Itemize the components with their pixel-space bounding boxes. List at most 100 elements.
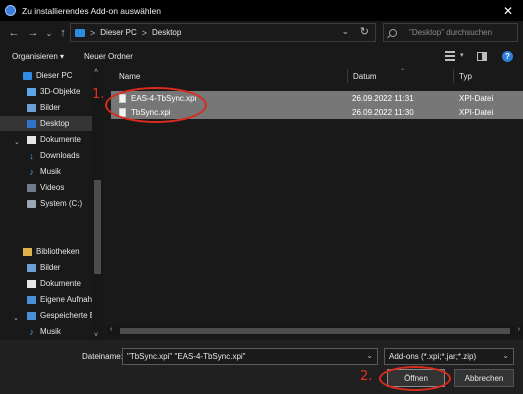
video-icon <box>27 183 36 192</box>
sidebar-item-lib-dokumente[interactable]: Dokumente <box>27 276 81 291</box>
pictures-icon <box>27 103 36 112</box>
address-bar[interactable]: > Dieser PC > Desktop ⌄ ↻ <box>70 23 376 42</box>
scroll-left-icon[interactable]: ‹ <box>110 326 112 333</box>
document-icon <box>27 135 36 144</box>
chevron-down-icon[interactable]: ⌄ <box>14 138 20 146</box>
annotation-step-2: 2. <box>360 369 373 384</box>
column-header-type[interactable]: Typ <box>459 72 472 81</box>
command-toolbar: Organisieren ▾ Neuer Ordner ▾ ? <box>0 47 523 67</box>
sidebar-item-label: Bilder <box>40 263 61 272</box>
horizontal-scrollbar[interactable]: ‹ › <box>107 325 523 337</box>
close-button[interactable]: ✕ <box>493 0 523 21</box>
annotation-ellipse-files <box>105 87 207 123</box>
folder-icon <box>27 311 36 320</box>
sidebar-item-gespeicherte-bilder[interactable]: Gespeicherte Bi <box>27 308 97 323</box>
chevron-down-icon[interactable]: ▾ <box>460 51 464 59</box>
up-button[interactable]: ↑ <box>56 25 70 41</box>
column-divider[interactable] <box>347 69 348 83</box>
file-date: 26.09.2022 11:31 <box>352 94 414 103</box>
annotation-step-1: 1. <box>92 87 105 102</box>
recent-locations-button[interactable]: ⌄ <box>42 25 56 41</box>
breadcrumb-separator: > <box>141 27 147 38</box>
search-placeholder: "Desktop" durchsuchen <box>409 28 493 37</box>
sidebar-item-label: Musik <box>40 327 61 336</box>
refresh-button[interactable]: ↻ <box>360 25 369 38</box>
folder-icon <box>27 295 36 304</box>
chevron-down-icon[interactable]: ⌄ <box>502 351 509 360</box>
sidebar-item-eigene-aufnahmen[interactable]: Eigene Aufnahm <box>27 292 99 307</box>
sidebar-scrollbar[interactable]: ˄ ˅ <box>92 67 103 340</box>
sidebar-item-label: Dokumente <box>40 135 81 144</box>
sidebar-item-label: Videos <box>40 183 65 192</box>
search-input[interactable]: "Desktop" durchsuchen <box>383 23 518 42</box>
title-bar: Zu installierendes Add-on auswählen ✕ <box>0 0 523 21</box>
sidebar-item-downloads[interactable]: ↓ Downloads <box>27 148 79 163</box>
dialog-footer: Dateiname: "TbSync.xpi" "EAS-4-TbSync.xp… <box>0 340 523 394</box>
sidebar-item-bilder[interactable]: Bilder <box>27 100 60 115</box>
scroll-down-icon[interactable]: ˅ <box>94 332 98 339</box>
navigation-pane: ⌄ Dieser PC 3D-Objekte Bilder Desktop Do… <box>0 67 103 340</box>
scroll-up-icon[interactable]: ˄ <box>94 68 98 75</box>
view-options-icon[interactable] <box>445 51 455 61</box>
file-type-select[interactable]: Add-ons (*.xpi;*.jar;*.zip) ⌄ <box>384 348 514 365</box>
search-icon <box>389 28 397 37</box>
new-folder-button[interactable]: Neuer Ordner <box>84 52 133 61</box>
scrollbar-thumb[interactable] <box>94 180 101 274</box>
sidebar-item-videos[interactable]: Videos <box>27 180 64 195</box>
sidebar-item-dokumente[interactable]: Dokumente <box>27 132 81 147</box>
sidebar-item-dieser-pc[interactable]: Dieser PC <box>23 68 72 83</box>
forward-button[interactable]: → <box>26 25 40 41</box>
file-type-value: Add-ons (*.xpi;*.jar;*.zip) <box>389 352 477 361</box>
cube-icon <box>27 87 36 96</box>
scrollbar-thumb[interactable] <box>120 328 510 334</box>
scroll-right-icon[interactable]: › <box>518 326 520 333</box>
pictures-icon <box>27 263 36 272</box>
music-icon: ♪ <box>29 326 34 337</box>
sidebar-item-lib-musik[interactable]: ♪ Musik <box>27 324 61 339</box>
sidebar-item-label: Bibliotheken <box>36 247 80 256</box>
sidebar-item-label: Gespeicherte Bi <box>40 311 97 320</box>
filename-value: "TbSync.xpi" "EAS-4-TbSync.xpi" <box>127 352 246 361</box>
pc-icon <box>75 28 85 37</box>
sidebar-item-bibliotheken[interactable]: Bibliotheken <box>23 244 80 259</box>
sidebar-item-3d-objekte[interactable]: 3D-Objekte <box>27 84 80 99</box>
download-icon: ↓ <box>29 150 34 161</box>
sidebar-item-desktop[interactable]: Desktop <box>0 116 92 131</box>
column-header-row: Name ⌄ Datum Typ <box>107 66 523 84</box>
filename-input[interactable]: "TbSync.xpi" "EAS-4-TbSync.xpi" ⌄ <box>122 348 378 365</box>
file-date: 26.09.2022 11:30 <box>352 108 414 117</box>
sidebar-item-label: Dokumente <box>40 279 81 288</box>
column-header-date[interactable]: Datum <box>353 72 377 81</box>
sort-arrow-icon: ⌄ <box>400 66 406 72</box>
sidebar-item-label: Desktop <box>40 119 70 128</box>
preview-pane-icon[interactable] <box>477 52 487 61</box>
window-title: Zu installierendes Add-on auswählen <box>22 5 161 16</box>
chevron-down-icon[interactable]: ⌄ <box>13 314 19 322</box>
sidebar-item-lib-bilder[interactable]: Bilder <box>27 260 60 275</box>
sidebar-item-label: 3D-Objekte <box>40 87 81 96</box>
sidebar-item-label: Bilder <box>40 103 61 112</box>
annotation-ellipse-open <box>379 366 451 391</box>
organize-button[interactable]: Organisieren ▾ <box>12 52 64 61</box>
column-header-name[interactable]: Name <box>119 72 140 81</box>
help-button[interactable]: ? <box>502 51 513 62</box>
column-divider[interactable] <box>453 69 454 83</box>
filename-label: Dateiname: <box>82 352 123 361</box>
document-icon <box>27 279 36 288</box>
pc-icon <box>23 71 32 80</box>
back-button[interactable]: ← <box>7 25 21 41</box>
chevron-down-icon[interactable]: ⌄ <box>366 351 373 360</box>
file-type: XPI-Datei <box>459 94 494 103</box>
sidebar-item-system-c[interactable]: System (C:) <box>27 196 82 211</box>
drive-icon <box>27 199 36 208</box>
sidebar-item-label: Musik <box>40 167 61 176</box>
music-icon: ♪ <box>29 166 34 177</box>
breadcrumb-desktop[interactable]: Desktop <box>152 28 181 37</box>
sidebar-item-musik[interactable]: ♪ Musik <box>27 164 61 179</box>
library-icon <box>23 247 32 256</box>
sidebar-item-label: System (C:) <box>40 199 83 208</box>
desktop-icon <box>27 119 36 128</box>
chevron-down-icon[interactable]: ⌄ <box>341 26 349 37</box>
breadcrumb-dieser-pc[interactable]: Dieser PC <box>100 28 136 37</box>
cancel-button[interactable]: Abbrechen <box>454 369 514 387</box>
